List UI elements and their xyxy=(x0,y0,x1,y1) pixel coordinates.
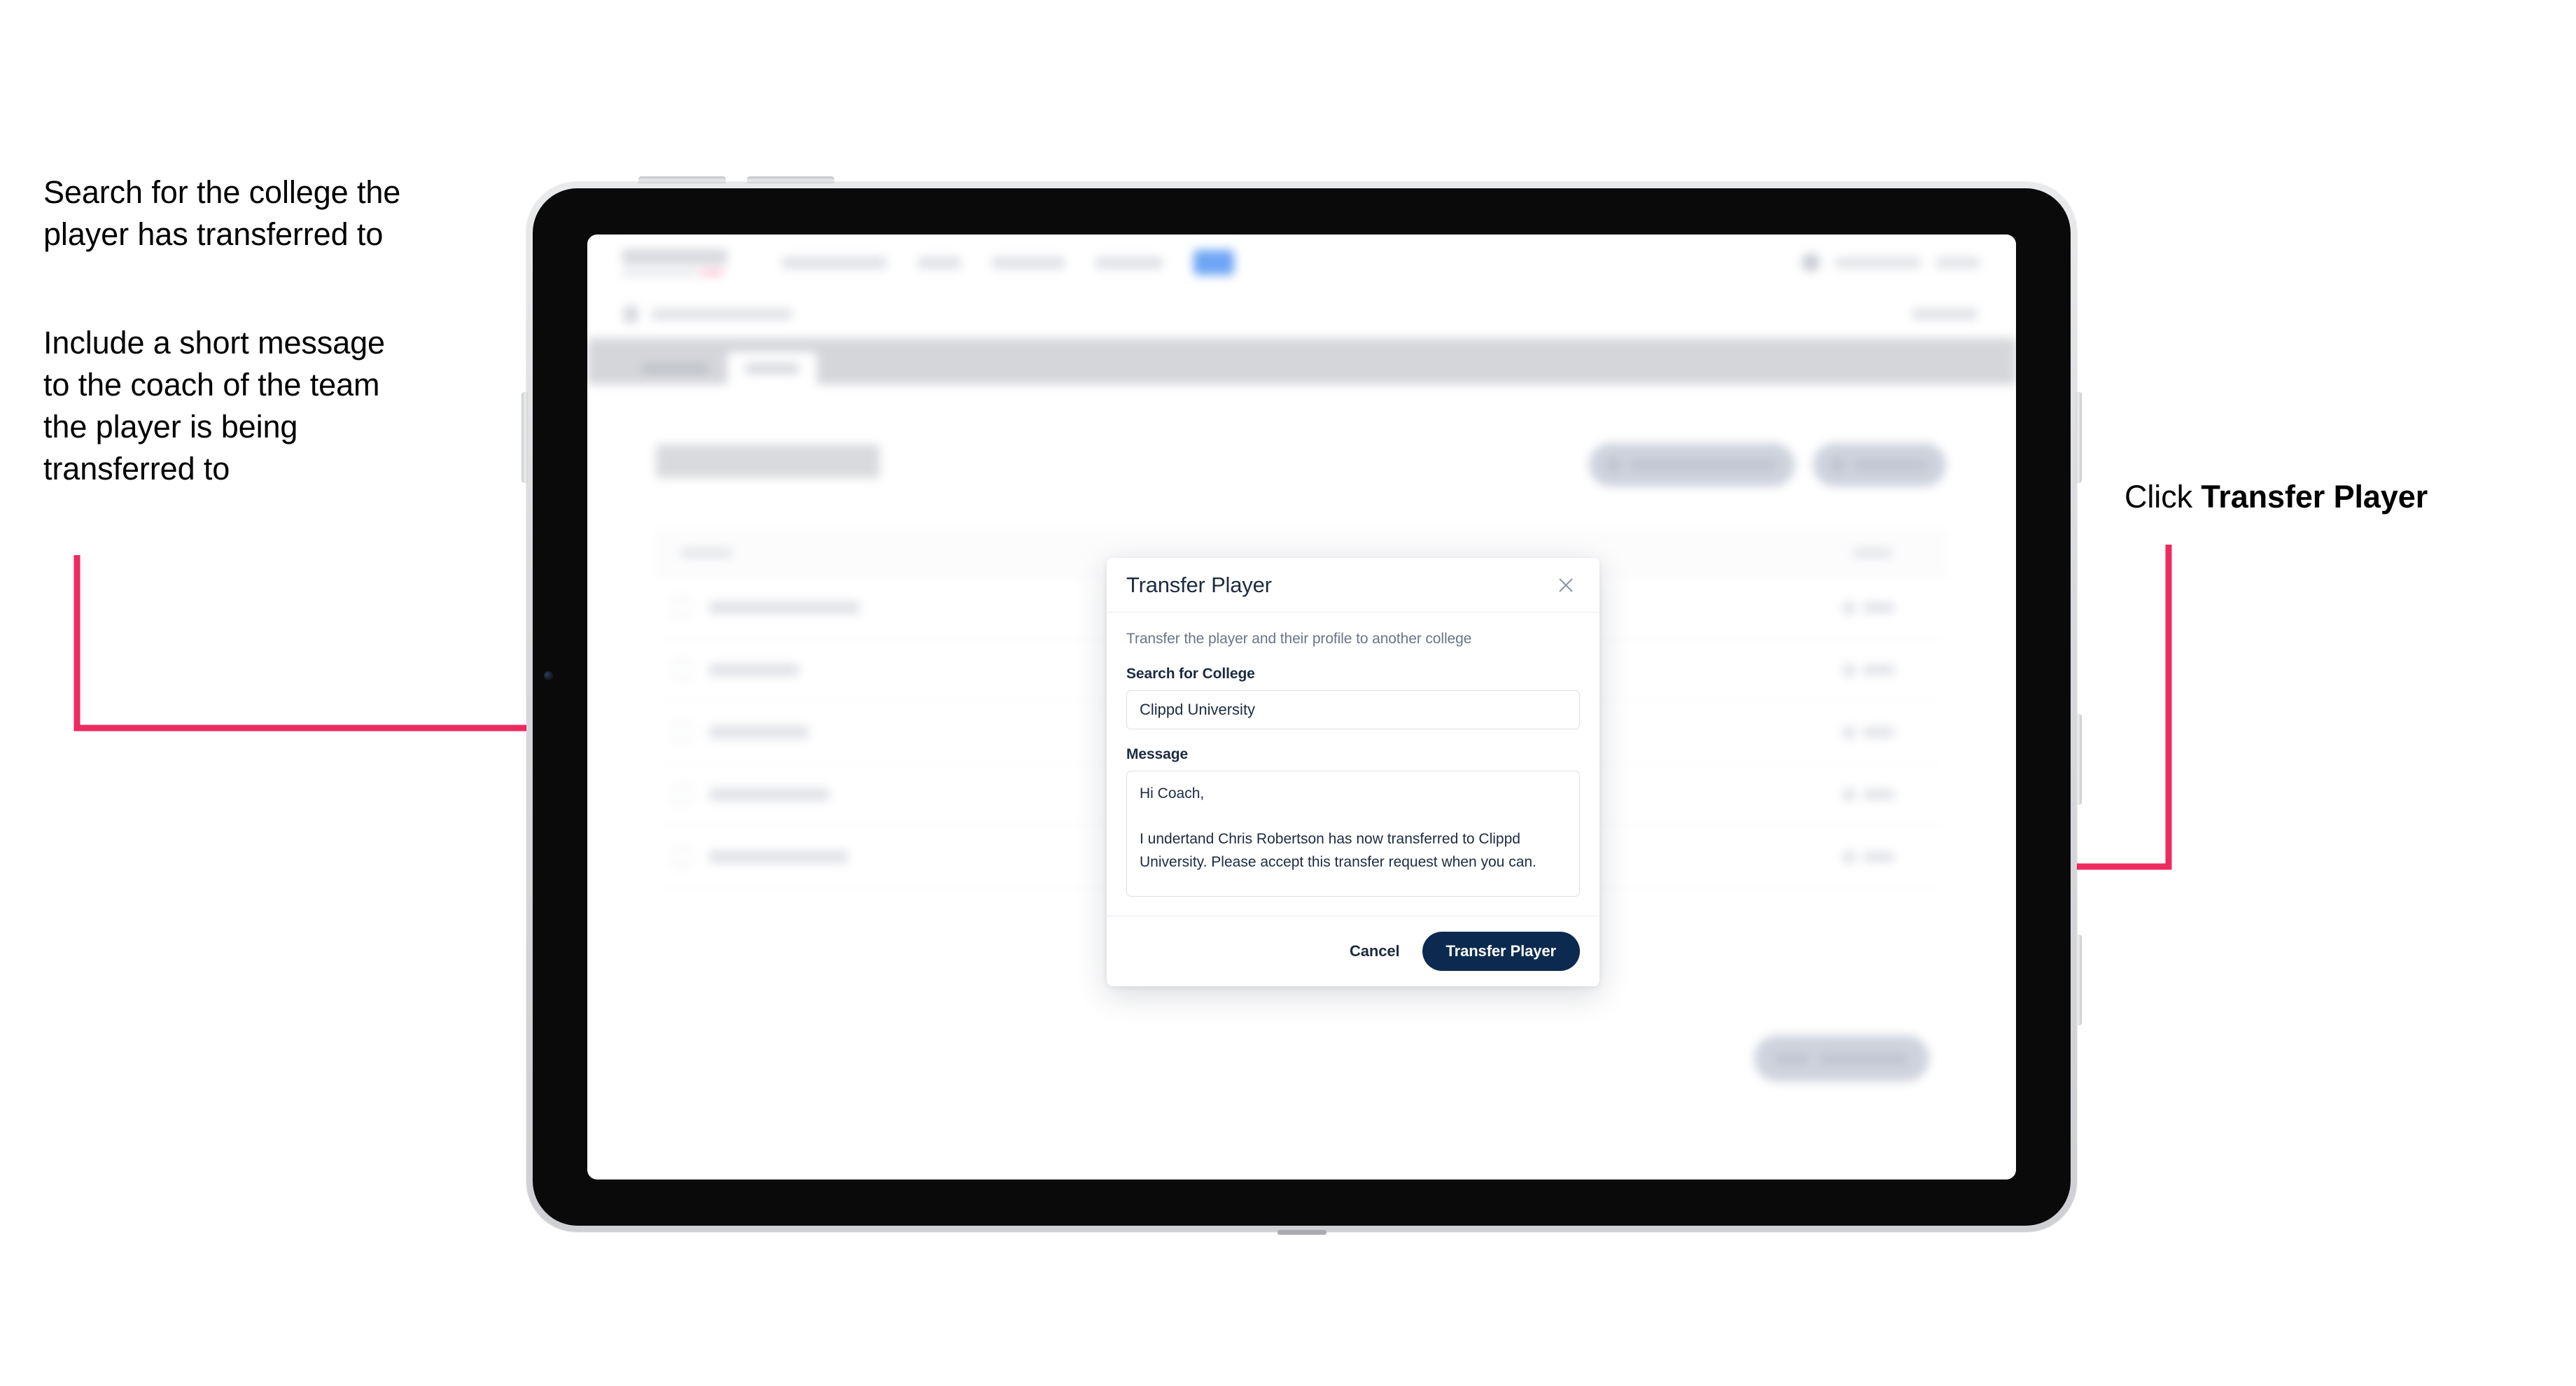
power-button[interactable] xyxy=(522,392,528,483)
cancel-button[interactable]: Cancel xyxy=(1345,935,1404,967)
search-college-input[interactable] xyxy=(1126,690,1580,729)
modal-layer: Transfer Player Transfer the player and … xyxy=(587,234,2016,1180)
message-label: Message xyxy=(1126,746,1189,762)
side-button-1[interactable] xyxy=(2076,392,2082,483)
annotation-click-transfer: Click Transfer Player xyxy=(2124,476,2572,518)
annotation-search-college: Search for the college the player has tr… xyxy=(43,174,401,252)
transfer-player-button[interactable]: Transfer Player xyxy=(1422,932,1580,971)
screenshot-stage: Search for the college the player has tr… xyxy=(0,0,2576,1386)
modal-header: Transfer Player xyxy=(1107,558,1600,612)
volume-down-button[interactable] xyxy=(747,176,834,183)
close-icon[interactable] xyxy=(1552,571,1580,599)
modal-description: Transfer the player and their profile to… xyxy=(1126,631,1472,647)
annotation-click-bold: Transfer Player xyxy=(2201,479,2428,514)
device-screen: Transfer Player Transfer the player and … xyxy=(587,234,2016,1180)
annotation-include-message: Include a short message to the coach of … xyxy=(43,325,385,486)
modal-title: Transfer Player xyxy=(1126,572,1272,597)
modal-footer: Cancel Transfer Player xyxy=(1107,916,1600,986)
modal-body: Transfer the player and their profile to… xyxy=(1107,612,1600,916)
field-spacer xyxy=(1126,729,1580,746)
device-bottom-notch xyxy=(1277,1230,1326,1235)
device-bezel: Transfer Player Transfer the player and … xyxy=(533,188,2071,1226)
tablet-device: Transfer Player Transfer the player and … xyxy=(522,176,2082,1235)
search-college-label: Search for College xyxy=(1126,666,1255,682)
volume-up-button[interactable] xyxy=(638,176,726,183)
annotation-click-prefix: Click xyxy=(2124,479,2202,514)
side-button-2[interactable] xyxy=(2076,714,2082,805)
transfer-player-modal: Transfer Player Transfer the player and … xyxy=(1107,558,1600,986)
side-button-3[interactable] xyxy=(2076,934,2082,1026)
message-textarea[interactable] xyxy=(1126,771,1580,897)
front-camera-icon xyxy=(544,671,553,680)
